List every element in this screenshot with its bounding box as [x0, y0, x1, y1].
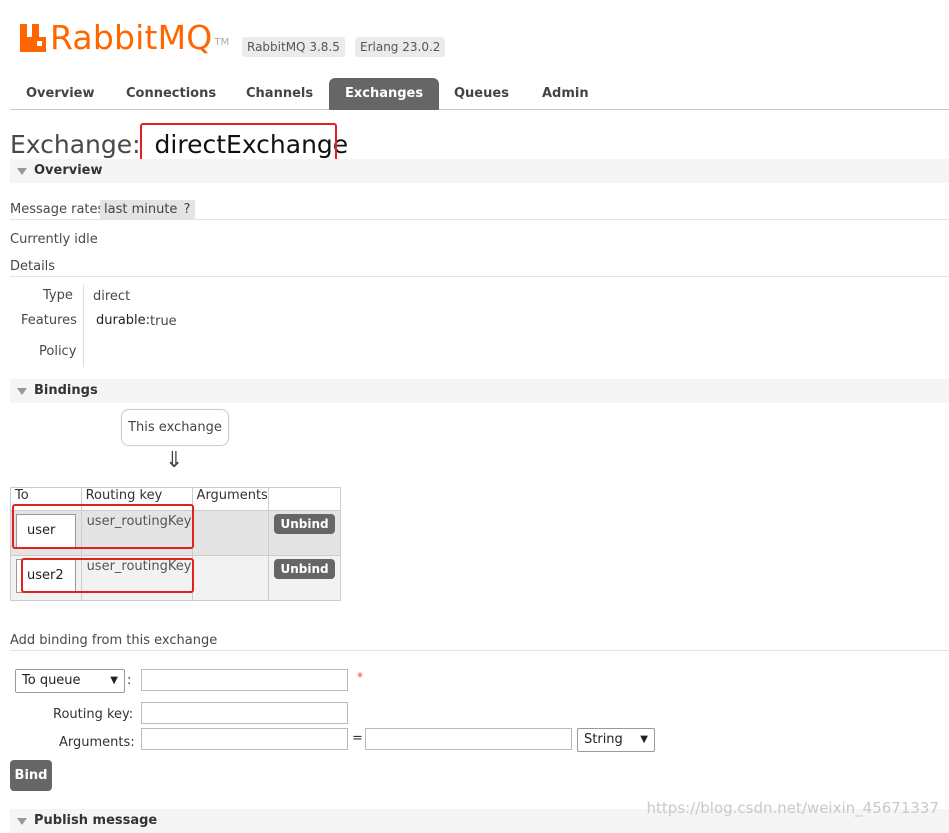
arguments-label: Arguments: — [59, 735, 135, 750]
equals-label: = — [352, 731, 363, 746]
binding-arguments-cell — [191, 510, 270, 556]
section-bindings-header[interactable]: Bindings — [10, 379, 949, 403]
argument-type-value: String — [584, 732, 623, 747]
status-text: Currently idle — [10, 232, 98, 247]
routing-key-input[interactable] — [141, 702, 348, 724]
tab-queues[interactable]: Queues — [438, 78, 525, 110]
argument-value-input[interactable] — [365, 728, 572, 750]
argument-key-input[interactable] — [141, 728, 348, 750]
erlang-version-badge: Erlang 23.0.2 — [355, 37, 446, 57]
divider — [10, 219, 949, 220]
add-binding-label: Add binding from this exchange — [10, 633, 218, 648]
divider — [10, 276, 949, 277]
down-arrow-icon: ⇓ — [165, 448, 184, 473]
highlight-box-binding-row-2 — [21, 558, 194, 593]
tab-admin[interactable]: Admin — [526, 78, 605, 110]
routing-key-label: Routing key: — [53, 707, 134, 722]
message-rates-label: Message rates — [10, 202, 105, 217]
bind-button[interactable]: Bind — [10, 760, 52, 791]
tab-exchanges[interactable]: Exchanges — [329, 78, 440, 110]
dropdown-caret-icon: ▼ — [110, 675, 118, 686]
colon-label: : — [127, 673, 132, 688]
unbind-button[interactable]: Unbind — [274, 514, 335, 534]
tab-channels[interactable]: Channels — [230, 78, 329, 110]
this-exchange-node: This exchange — [121, 409, 229, 446]
main-nav-tabs: Overview Connections Channels Exchanges … — [10, 78, 949, 110]
rabbitmq-version-badge: RabbitMQ 3.8.5 — [242, 37, 345, 57]
tab-connections[interactable]: Connections — [110, 78, 232, 110]
column-header-actions — [268, 487, 341, 511]
section-overview-header[interactable]: Overview — [10, 159, 949, 183]
details-divider — [83, 285, 84, 367]
policy-label: Policy — [39, 344, 77, 359]
collapse-triangle-icon — [17, 818, 27, 825]
features-label: Features — [21, 313, 77, 328]
logo-trademark: TM — [214, 37, 230, 48]
collapse-triangle-icon — [17, 388, 27, 395]
details-label: Details — [10, 259, 56, 274]
page-title-prefix: Exchange: — [10, 130, 141, 159]
destination-type-value: To queue — [22, 673, 81, 688]
binding-arguments-cell — [191, 555, 270, 601]
durable-label: durable: — [96, 313, 151, 328]
rate-period-selector[interactable]: last minute — [100, 200, 182, 220]
rabbit-logo-icon — [20, 24, 48, 52]
required-asterisk: * — [357, 670, 363, 684]
watermark-text: https://blog.csdn.net/weixin_45671337 — [646, 799, 939, 817]
collapse-triangle-icon — [17, 168, 27, 175]
destination-name-input[interactable] — [141, 669, 348, 691]
dropdown-caret-icon: ▼ — [640, 734, 648, 745]
section-publish-label: Publish message — [34, 813, 158, 828]
section-bindings-label: Bindings — [34, 383, 98, 398]
type-label: Type — [43, 288, 73, 303]
section-overview-label: Overview — [34, 163, 103, 178]
help-button[interactable]: ? — [179, 200, 195, 220]
highlight-box-binding-row-1 — [12, 504, 194, 549]
binding-action-cell: Unbind — [268, 510, 341, 556]
argument-type-select[interactable]: String ▼ — [577, 728, 655, 752]
tab-overview[interactable]: Overview — [10, 78, 111, 110]
logo-text: RabbitMQ — [50, 18, 213, 57]
divider — [10, 650, 949, 651]
type-value: direct — [93, 289, 131, 304]
rabbitmq-logo[interactable]: RabbitMQ TM — [20, 18, 229, 58]
unbind-button[interactable]: Unbind — [274, 559, 335, 579]
column-header-arguments: Arguments — [191, 487, 270, 511]
durable-value: true — [150, 314, 177, 329]
binding-action-cell: Unbind — [268, 555, 341, 601]
destination-type-select[interactable]: To queue ▼ — [15, 669, 125, 693]
